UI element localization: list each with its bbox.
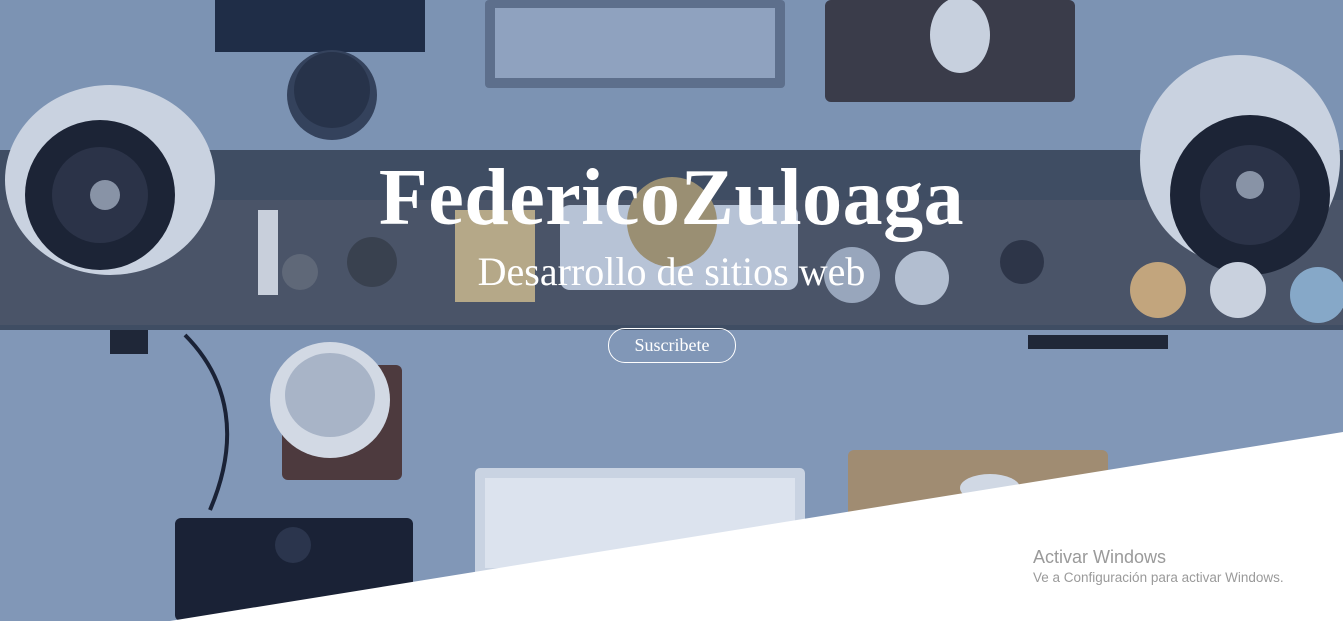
hero-background-image: [0, 0, 1343, 621]
subscribe-button[interactable]: Suscribete: [608, 328, 736, 363]
hero-subtitle: Desarrollo de sitios web: [477, 249, 866, 294]
hero-section: FedericoZuloaga Desarrollo de sitios web…: [0, 0, 1343, 621]
hero-title: FedericoZuloaga: [378, 154, 965, 242]
activation-message: Ve a Configuración para activar Windows.: [1033, 570, 1284, 585]
windows-activation-watermark: Activar Windows Ve a Configuración para …: [1033, 546, 1284, 588]
activation-title: Activar Windows: [1033, 547, 1167, 567]
